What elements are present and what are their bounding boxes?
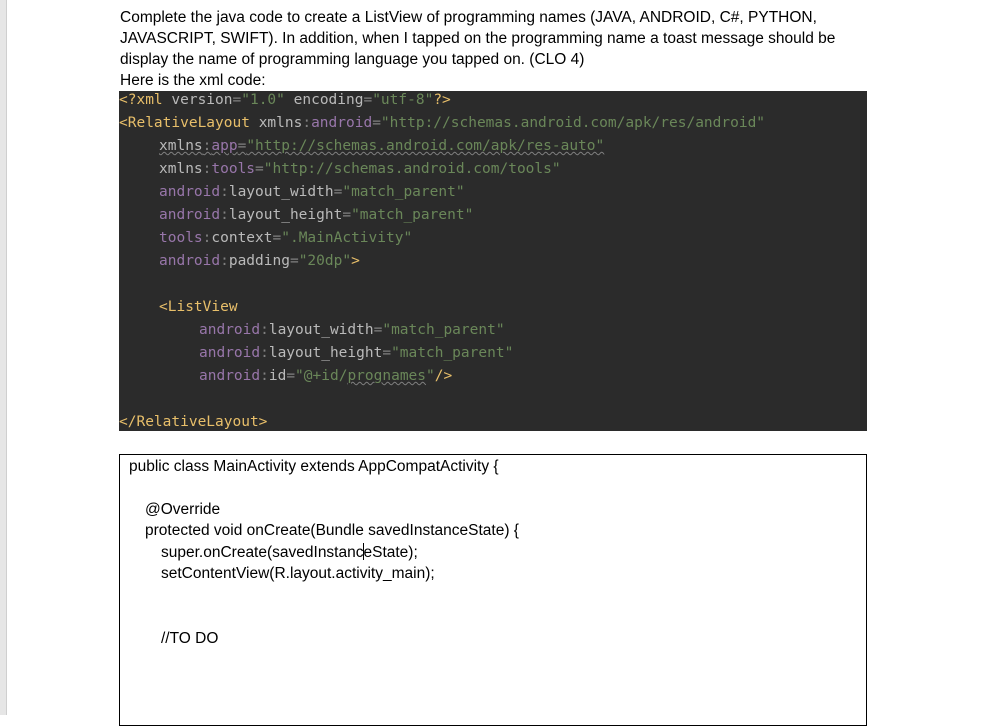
relativelayout-open-line: <RelativeLayout xmlns:android="http://sc…	[119, 115, 766, 131]
document-left-margin	[0, 0, 7, 715]
listview-width-line: android:layout_width="match_parent"	[199, 322, 505, 338]
relativelayout-close-line: </RelativeLayout>	[119, 414, 268, 430]
padding-line: android:padding="20dp">	[159, 253, 360, 269]
question-line: Complete the java code to create a ListV…	[120, 9, 817, 26]
java-setcontentview-line: setContentView(R.layout.activity_main);	[161, 565, 435, 582]
java-super-line: super.onCreate(savedInstanceState);	[161, 543, 418, 561]
java-override-line: @Override	[145, 501, 221, 518]
listview-height-line: android:layout_height="match_parent"	[199, 345, 514, 361]
listview-id-line: android:id="@+id/prognames"/>	[199, 368, 453, 384]
xmlns-tools-line: xmlns:tools="http://schemas.android.com/…	[159, 161, 561, 177]
listview-open-line: <ListView	[159, 299, 238, 315]
xmlns-app-line: xmlns:app="http://schemas.android.com/ap…	[159, 138, 605, 154]
layout-width-line: android:layout_width="match_parent"	[159, 184, 465, 200]
question-line: display the name of programming language…	[120, 51, 585, 68]
java-code-answer-box[interactable]: public class MainActivity extends AppCom…	[119, 454, 867, 726]
xml-intro-label: Here is the xml code:	[120, 72, 266, 89]
layout-height-line: android:layout_height="match_parent"	[159, 207, 474, 223]
xml-declaration-line: <?xml version="1.0" encoding="utf-8"?>	[119, 92, 451, 108]
java-class-line: public class MainActivity extends AppCom…	[129, 458, 499, 475]
xml-code-block: <?xml version="1.0" encoding="utf-8"?> <…	[119, 91, 867, 431]
question-line: JAVASCRIPT, SWIFT). In addition, when I …	[120, 30, 836, 47]
java-todo-comment: //TO DO	[161, 630, 219, 647]
question-text: Complete the java code to create a ListV…	[120, 7, 865, 91]
java-oncreate-line: protected void onCreate(Bundle savedInst…	[145, 522, 519, 539]
tools-context-line: tools:context=".MainActivity"	[159, 230, 413, 246]
